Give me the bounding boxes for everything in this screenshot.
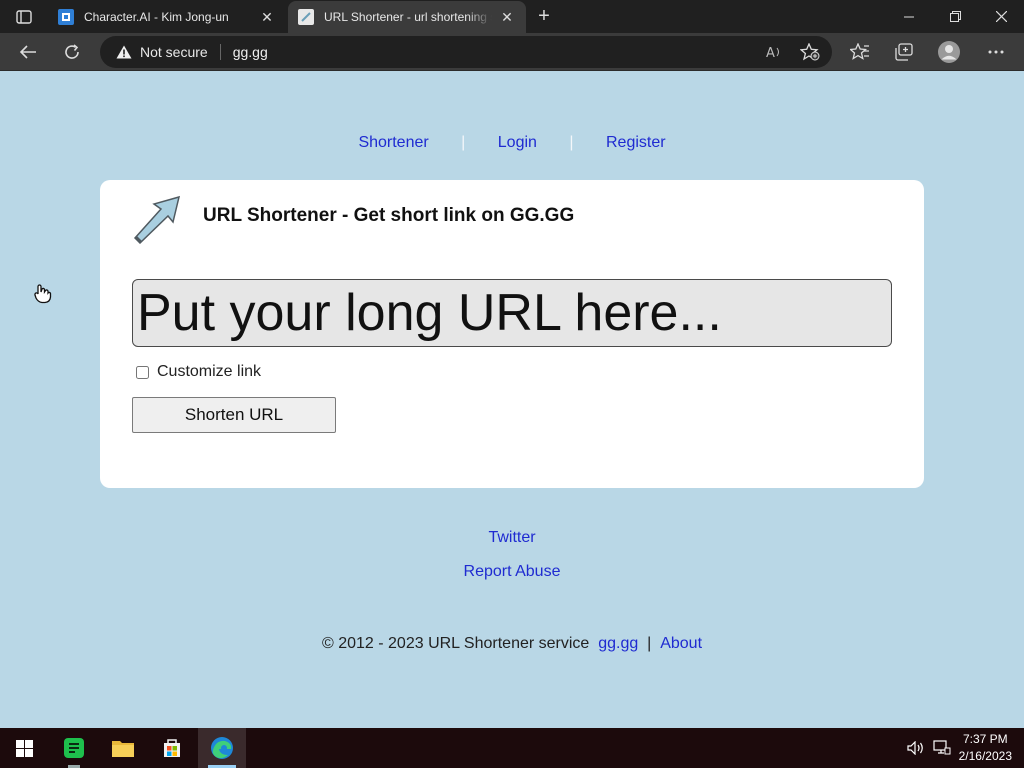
system-clock[interactable]: 7:37 PM 2/16/2023 <box>959 731 1012 765</box>
clock-time: 7:37 PM <box>962 732 1008 746</box>
file-explorer-icon[interactable] <box>99 728 147 768</box>
browser-toolbar: Not secure gg.gg A <box>0 33 1024 71</box>
security-label: Not secure <box>140 44 208 60</box>
add-favorite-icon[interactable] <box>798 40 822 64</box>
customize-link-option[interactable]: Customize link <box>136 363 261 381</box>
nav-shortener-link[interactable]: Shortener <box>358 134 428 151</box>
tab-url-shortener[interactable]: URL Shortener - url shortening se ✕ <box>288 1 526 33</box>
volume-icon[interactable] <box>906 738 926 758</box>
customize-link-checkbox[interactable] <box>136 365 149 379</box>
sheets-app-icon[interactable] <box>50 728 98 768</box>
profile-avatar-icon[interactable] <box>935 38 963 66</box>
report-abuse-row: Report Abuse <box>0 563 1024 581</box>
windows-taskbar: 7:37 PM 2/16/2023 <box>0 728 1024 768</box>
favorites-icon[interactable] <box>846 38 874 66</box>
more-options-icon[interactable] <box>982 38 1010 66</box>
report-abuse-link[interactable]: Report Abuse <box>464 563 561 580</box>
new-tab-icon[interactable]: + <box>532 5 556 27</box>
twitter-link-row: Twitter <box>0 529 1024 547</box>
url-text[interactable]: gg.gg <box>233 44 268 60</box>
nav-separator: | <box>461 134 466 151</box>
restore-icon[interactable] <box>932 0 978 33</box>
nav-register-link[interactable]: Register <box>606 134 666 151</box>
read-aloud-icon[interactable]: A <box>762 40 786 64</box>
character-ai-favicon-icon <box>58 9 74 25</box>
svg-text:A: A <box>766 46 775 60</box>
edge-browser-icon[interactable] <box>198 728 246 768</box>
minimize-icon[interactable] <box>886 0 932 33</box>
gg-favicon-icon <box>298 9 314 25</box>
arrow-logo-icon <box>133 195 181 244</box>
twitter-link[interactable]: Twitter <box>488 529 535 546</box>
long-url-input[interactable] <box>132 279 892 347</box>
network-icon[interactable] <box>932 738 952 758</box>
card-title: URL Shortener - Get short link on GG.GG <box>203 205 575 226</box>
about-link[interactable]: About <box>660 635 702 652</box>
hand-cursor-icon <box>34 284 52 304</box>
address-divider <box>219 44 221 60</box>
copyright-text: © 2012 - 2023 URL Shortener service <box>321 635 590 652</box>
top-navigation: Shortener | Login | Register <box>0 134 1024 152</box>
browser-tab-bar: Character.AI - Kim Jong-un ✕ URL Shorten… <box>0 0 1024 33</box>
close-tab-icon[interactable]: ✕ <box>498 8 516 26</box>
tab-character-ai[interactable]: Character.AI - Kim Jong-un ✕ <box>48 1 286 33</box>
tab-title: Character.AI - Kim Jong-un <box>84 10 229 24</box>
home-link[interactable]: gg.gg <box>598 635 638 652</box>
collections-icon[interactable] <box>890 38 918 66</box>
close-window-icon[interactable] <box>978 0 1024 33</box>
clock-date: 2/16/2023 <box>958 749 1012 763</box>
footer-separator: | <box>647 635 652 652</box>
microsoft-store-icon[interactable] <box>148 728 196 768</box>
close-tab-icon[interactable]: ✕ <box>258 8 276 26</box>
nav-login-link[interactable]: Login <box>498 134 537 151</box>
nav-separator: | <box>569 134 574 151</box>
security-indicator[interactable]: Not secure <box>100 44 208 60</box>
copyright-line: © 2012 - 2023 URL Shortener service gg.g… <box>0 635 1024 653</box>
back-arrow-icon[interactable] <box>14 38 42 66</box>
shortener-card: URL Shortener - Get short link on GG.GG … <box>100 180 924 488</box>
refresh-icon[interactable] <box>58 38 86 66</box>
customize-link-label: Customize link <box>157 363 262 380</box>
tab-actions-icon[interactable] <box>8 7 40 27</box>
address-bar[interactable]: Not secure gg.gg A <box>100 36 832 68</box>
start-windows-icon[interactable] <box>0 728 48 768</box>
tab-title: URL Shortener - url shortening se <box>324 10 492 24</box>
warning-triangle-icon <box>116 45 132 59</box>
shorten-url-button[interactable]: Shorten URL <box>132 397 336 433</box>
